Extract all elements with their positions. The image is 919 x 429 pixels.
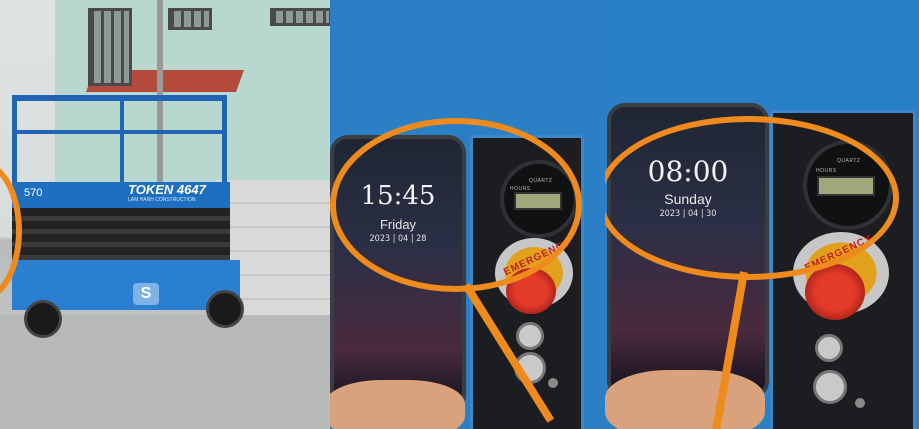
photo-panel-scissor-lift: 570 TOKEN 4647 LAM HANH CONSTRUCTION S: [0, 0, 330, 429]
highlight-ellipse: [605, 116, 899, 280]
lift-number: 570: [24, 187, 43, 199]
hand: [605, 370, 765, 429]
screw: [855, 398, 865, 408]
highlight-ellipse: [330, 118, 582, 292]
lift-scissor-stack: [12, 208, 230, 260]
lift-guard-post: [12, 95, 17, 183]
photo-panel-hour-meter-after: QUARTZ HOURS EMERGENCY 08:00 Sunday 2023…: [605, 0, 919, 429]
emergency-stop-button: [805, 264, 865, 320]
key-switch-icon: [813, 370, 847, 404]
hand: [330, 380, 465, 429]
key-switch-icon: [516, 322, 544, 350]
wheel: [24, 300, 62, 338]
screw: [548, 378, 558, 388]
house-window: [168, 8, 212, 30]
house-window: [88, 8, 132, 86]
lift-guard-post: [222, 95, 227, 183]
lift-brand: TOKEN 4647: [128, 182, 206, 197]
lift-brand-subtitle: LAM HANH CONSTRUCTION: [128, 197, 196, 203]
key-switch-icon: [815, 334, 843, 362]
lift-logo-icon: S: [133, 283, 159, 305]
house-window: [270, 8, 330, 26]
photo-panel-hour-meter-before: QUARTZ HOURS EMERGENCY 15:45 Friday 2023…: [330, 0, 605, 429]
lift-guard-post: [120, 100, 124, 182]
wheel: [206, 290, 244, 328]
